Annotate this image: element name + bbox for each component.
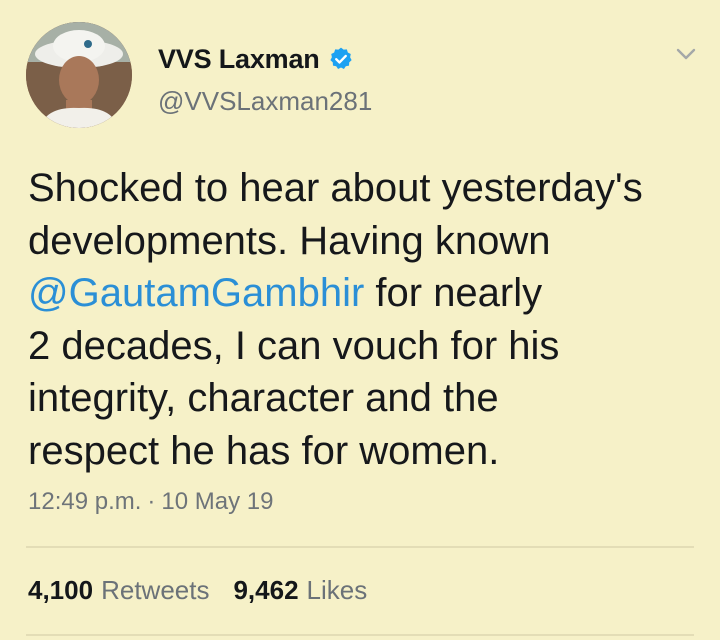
mention-link[interactable]: @GautamGambhir [28,271,364,315]
author-display-name[interactable]: VVS Laxman [158,44,320,75]
tweet-timestamp[interactable]: 12:49 p.m. · 10 May 19 [28,488,273,516]
tweet-text-line: Shocked to hear about yesterday's [28,166,643,210]
tweet-text-line: developments. Having known [28,218,551,263]
tweet-text-line: respect he has for women. [28,428,500,473]
avatar[interactable] [26,22,132,128]
tweet-text-line: 2 decades, I can vouch for his [28,323,560,368]
divider [26,546,694,548]
author-handle[interactable]: @VVSLaxman281 [158,86,372,117]
tweet-time: 12:49 p.m. [28,488,142,515]
retweets-stat[interactable]: 4,100 Retweets [28,575,209,606]
author-name-row: VVS Laxman [158,42,354,76]
timestamp-separator: · [147,488,156,515]
tweet-date: 10 May 19 [161,488,274,515]
retweets-count: 4,100 [28,575,94,605]
likes-count: 9,462 [233,575,299,605]
likes-stat[interactable]: 9,462 Likes [233,575,367,606]
divider [26,634,694,636]
tweet-text-line: integrity, character and the [28,376,499,420]
tweet-card: VVS Laxman @VVSLaxman281 Shocked to hear… [0,0,720,640]
retweets-label: Retweets [101,575,210,605]
likes-label: Likes [306,575,368,605]
verified-badge-icon [328,46,354,72]
tweet-text-line: for nearly [364,271,543,315]
tweet-text: Shocked to hear about yesterday's develo… [28,162,708,477]
chevron-down-icon[interactable] [672,40,700,68]
engagement-stats: 4,100 Retweets 9,462 Likes [28,575,391,606]
